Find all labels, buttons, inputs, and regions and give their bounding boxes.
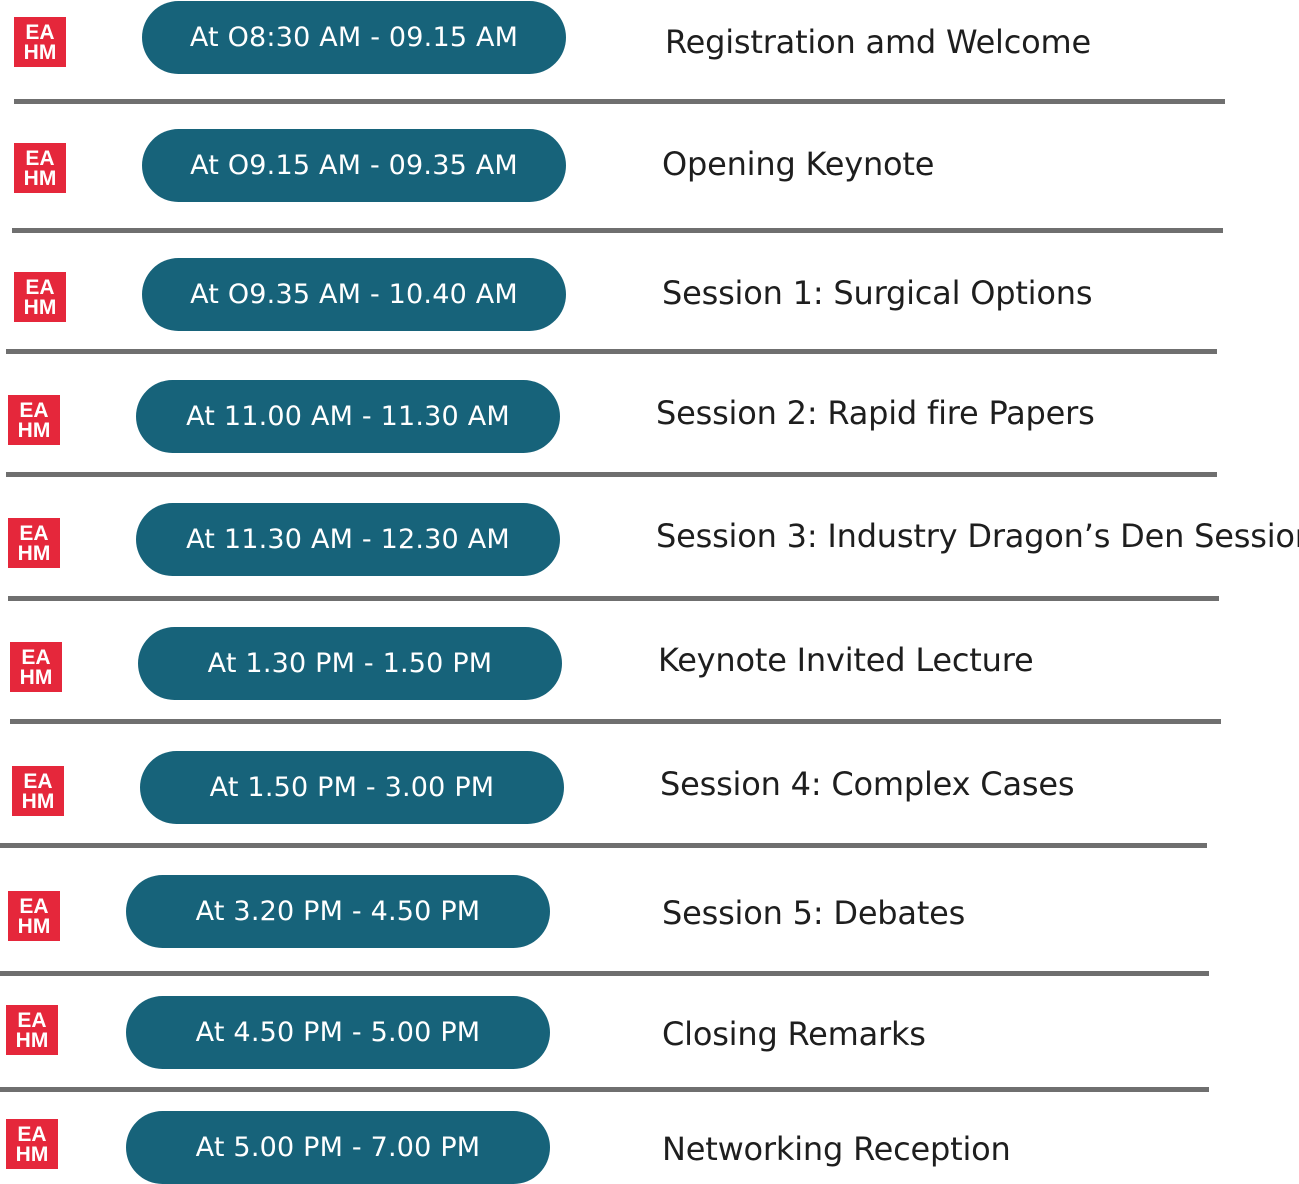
session-title: Session 2: Rapid fire Papers <box>656 394 1095 432</box>
session-title: Registration amd Welcome <box>665 23 1091 61</box>
eahm-logo-icon: EA HM <box>6 1005 58 1055</box>
logo-line1: EA <box>19 894 49 918</box>
logo-line2: HM <box>17 541 51 565</box>
logo-line2: HM <box>23 295 57 319</box>
time-slot-badge: At 3.20 PM - 4.50 PM <box>126 875 550 948</box>
time-slot-badge: At 11.30 AM - 12.30 AM <box>136 503 560 576</box>
logo-line1: EA <box>19 398 49 422</box>
time-slot-badge: At 11.00 AM - 11.30 AM <box>136 380 560 453</box>
eahm-logo-icon: EA HM <box>8 518 60 568</box>
logo-line2: HM <box>23 166 57 190</box>
row-divider <box>0 1087 1209 1092</box>
eahm-logo-icon: EA HM <box>14 272 66 322</box>
eahm-logo-icon: EA HM <box>6 1119 58 1169</box>
session-title: Opening Keynote <box>662 145 935 183</box>
agenda-list: EA HM At O8:30 AM - 09.15 AM Registratio… <box>0 0 1299 1184</box>
time-slot-badge: At 4.50 PM - 5.00 PM <box>126 996 550 1069</box>
eahm-logo-icon: EA HM <box>8 395 60 445</box>
eahm-logo-icon: EA HM <box>8 891 60 941</box>
row-divider <box>10 719 1221 724</box>
row-divider <box>14 99 1225 104</box>
logo-line2: HM <box>19 665 53 689</box>
row-divider <box>8 596 1219 601</box>
time-slot-badge: At 5.00 PM - 7.00 PM <box>126 1111 550 1184</box>
eahm-logo-icon: EA HM <box>12 766 64 816</box>
logo-line1: EA <box>25 146 55 170</box>
row-divider <box>12 228 1223 233</box>
logo-line1: EA <box>21 645 51 669</box>
logo-line2: HM <box>23 40 57 64</box>
logo-line2: HM <box>21 789 55 813</box>
logo-line2: HM <box>17 914 51 938</box>
row-divider <box>0 971 1209 976</box>
logo-line1: EA <box>19 521 49 545</box>
time-slot-badge: At O8:30 AM - 09.15 AM <box>142 1 566 74</box>
time-slot-badge: At O9.15 AM - 09.35 AM <box>142 129 566 202</box>
session-title: Keynote Invited Lecture <box>658 641 1034 679</box>
logo-line1: EA <box>17 1122 47 1146</box>
session-title: Session 5: Debates <box>662 894 966 932</box>
session-title: Networking Reception <box>662 1130 1011 1168</box>
logo-line1: EA <box>25 20 55 44</box>
row-divider <box>0 843 1207 848</box>
logo-line2: HM <box>17 418 51 442</box>
time-slot-badge: At O9.35 AM - 10.40 AM <box>142 258 566 331</box>
row-divider <box>6 349 1217 354</box>
logo-line2: HM <box>15 1142 49 1166</box>
row-divider <box>6 472 1217 477</box>
logo-line1: EA <box>23 769 53 793</box>
logo-line2: HM <box>15 1028 49 1052</box>
time-slot-badge: At 1.30 PM - 1.50 PM <box>138 627 562 700</box>
time-slot-badge: At 1.50 PM - 3.00 PM <box>140 751 564 824</box>
logo-line1: EA <box>25 275 55 299</box>
eahm-logo-icon: EA HM <box>10 642 62 692</box>
session-title: Session 4: Complex Cases <box>660 765 1075 803</box>
eahm-logo-icon: EA HM <box>14 143 66 193</box>
session-title: Closing Remarks <box>662 1015 926 1053</box>
eahm-logo-icon: EA HM <box>14 17 66 67</box>
session-title: Session 3: Industry Dragon’s Den Session <box>656 517 1299 555</box>
session-title: Session 1: Surgical Options <box>662 274 1093 312</box>
logo-line1: EA <box>17 1008 47 1032</box>
